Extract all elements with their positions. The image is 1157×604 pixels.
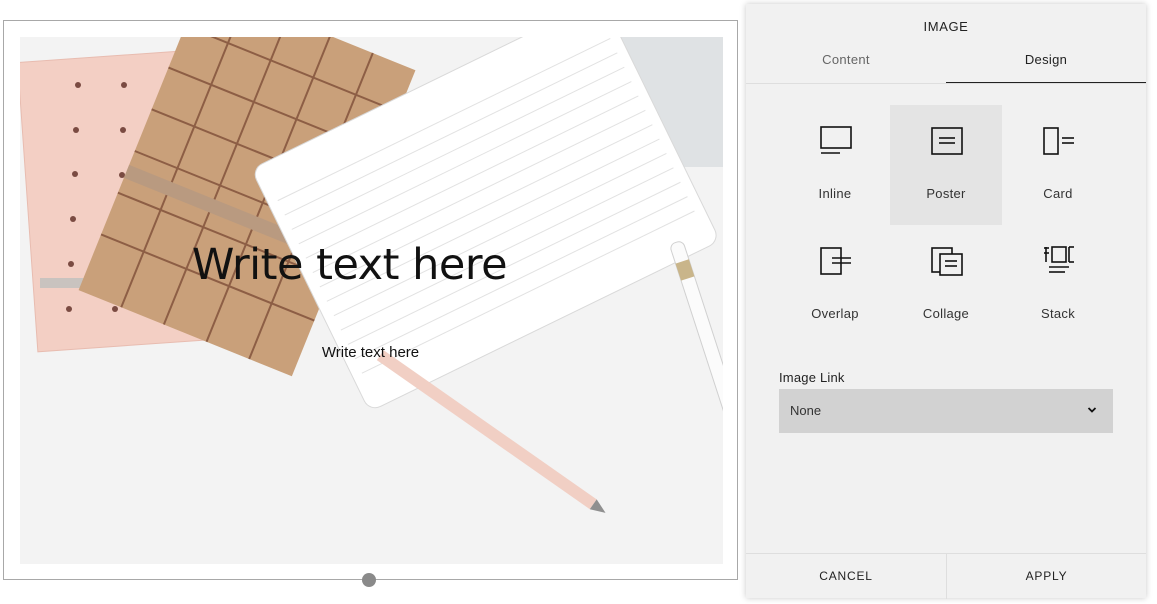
image-link-value: None bbox=[790, 403, 822, 418]
resize-handle[interactable] bbox=[362, 573, 376, 587]
image-overlay-subtitle[interactable]: Write text here bbox=[20, 344, 723, 361]
panel-title: IMAGE bbox=[923, 19, 969, 34]
image-overlay-title[interactable]: Write text here bbox=[20, 240, 723, 290]
cancel-button[interactable]: CANCEL bbox=[746, 554, 947, 599]
layout-option-inline[interactable]: Inline bbox=[779, 105, 891, 225]
image-overlay-subtitle-text: Write text here bbox=[321, 344, 420, 361]
collage-layout-icon bbox=[931, 247, 963, 276]
desk-still-life-illustration bbox=[20, 37, 723, 564]
layout-option-card-label: Card bbox=[1043, 186, 1073, 201]
layout-option-overlap-label: Overlap bbox=[811, 306, 859, 321]
layout-option-overlap[interactable]: Overlap bbox=[779, 225, 891, 345]
layout-option-collage[interactable]: Collage bbox=[890, 225, 1002, 345]
card-layout-icon bbox=[1043, 127, 1074, 155]
layout-option-stack[interactable]: Stack bbox=[1002, 225, 1114, 345]
layout-option-collage-label: Collage bbox=[922, 306, 970, 321]
image-link-label: Image Link bbox=[779, 370, 845, 385]
apply-button[interactable]: APPLY bbox=[947, 554, 1146, 599]
tab-design[interactable]: Design bbox=[946, 44, 1146, 83]
layout-option-card[interactable]: Card bbox=[1002, 105, 1114, 225]
poster-layout-icon bbox=[931, 127, 963, 155]
image-settings-panel: IMAGE Content Design Inline Poster Card … bbox=[746, 4, 1146, 599]
tab-content[interactable]: Content bbox=[746, 44, 946, 83]
image-overlay-title-text: Write text here bbox=[191, 240, 508, 290]
stack-layout-icon bbox=[1044, 246, 1074, 273]
panel-footer: CANCEL APPLY bbox=[746, 553, 1146, 599]
image-link-select[interactable]: None bbox=[779, 389, 1113, 433]
background-photo bbox=[20, 37, 723, 564]
panel-tabs: Content Design bbox=[746, 44, 1146, 84]
layout-option-poster-label: Poster bbox=[926, 186, 966, 201]
layout-option-poster[interactable]: Poster bbox=[890, 105, 1002, 225]
chevron-down-icon bbox=[1087, 407, 1097, 413]
layout-options: Inline Poster Card Overlap Collage Stack bbox=[779, 105, 1115, 345]
layout-option-inline-label: Inline bbox=[818, 186, 852, 201]
overlap-layout-icon bbox=[820, 247, 851, 275]
inline-layout-icon bbox=[820, 126, 852, 154]
layout-option-stack-label: Stack bbox=[1040, 306, 1075, 321]
